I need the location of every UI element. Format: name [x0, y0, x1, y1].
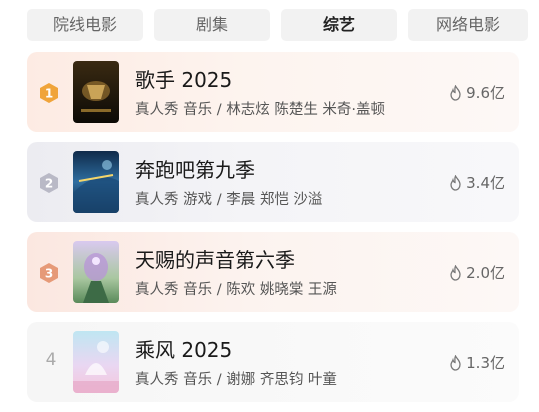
ranking-item[interactable]: 4 乘风 2025 真人秀 音乐 / 谢娜 齐思钧 叶童 1.3亿: [27, 322, 519, 402]
ranking-item[interactable]: 2 奔跑吧第九季 真人秀 游戏 / 李晨 郑恺 沙溢 3.4亿: [27, 142, 519, 222]
show-meta: 真人秀 音乐 / 谢娜 齐思钧 叶童: [135, 372, 337, 388]
heat-score: 2.0亿: [448, 262, 505, 283]
show-meta: 真人秀 音乐 / 林志炫 陈楚生 米奇·盖顿: [135, 102, 386, 118]
show-title: 奔跑吧第九季: [135, 158, 255, 182]
heat-value: 9.6亿: [466, 84, 505, 102]
rank-number: 4: [45, 350, 57, 370]
svg-text:1: 1: [45, 87, 53, 101]
heat-score: 9.6亿: [448, 82, 505, 103]
tab-series[interactable]: 剧集: [154, 9, 270, 41]
heat-value: 1.3亿: [466, 354, 505, 372]
flame-icon: [448, 84, 463, 101]
show-meta: 真人秀 音乐 / 陈欢 姚晓棠 王源: [135, 282, 337, 298]
flame-icon: [448, 174, 463, 191]
heat-value: 3.4亿: [466, 174, 505, 192]
flame-icon: [448, 354, 463, 371]
poster-image: [73, 331, 119, 393]
show-meta: 真人秀 游戏 / 李晨 郑恺 沙溢: [135, 192, 323, 208]
tab-web-movies[interactable]: 网络电影: [408, 9, 528, 41]
heat-score: 1.3亿: [448, 352, 505, 373]
show-title: 乘风 2025: [135, 338, 233, 362]
show-title: 歌手 2025: [135, 68, 233, 92]
show-title: 天赐的声音第六季: [135, 248, 295, 272]
heat-value: 2.0亿: [466, 264, 505, 282]
rank-badge-icon: 2: [38, 172, 60, 194]
ranking-list: 1 歌手 2025 真人秀 音乐 / 林志炫 陈楚生 米奇·盖顿 9.6亿 2 …: [27, 52, 519, 412]
poster-image: [73, 61, 119, 123]
ranking-item[interactable]: 3 天赐的声音第六季 真人秀 音乐 / 陈欢 姚晓棠 王源 2.0亿: [27, 232, 519, 312]
poster-image: [73, 151, 119, 213]
rank-badge-icon: 3: [38, 262, 60, 284]
category-tabs: 院线电影 剧集 综艺 网络电影: [27, 9, 528, 41]
tab-theatrical-movies[interactable]: 院线电影: [27, 9, 143, 41]
ranking-item[interactable]: 1 歌手 2025 真人秀 音乐 / 林志炫 陈楚生 米奇·盖顿 9.6亿: [27, 52, 519, 132]
tab-variety[interactable]: 综艺: [281, 9, 397, 41]
flame-icon: [448, 264, 463, 281]
poster-image: [73, 241, 119, 303]
svg-text:2: 2: [45, 177, 53, 191]
rank-badge-icon: 1: [38, 82, 60, 104]
svg-text:3: 3: [45, 267, 53, 281]
heat-score: 3.4亿: [448, 172, 505, 193]
